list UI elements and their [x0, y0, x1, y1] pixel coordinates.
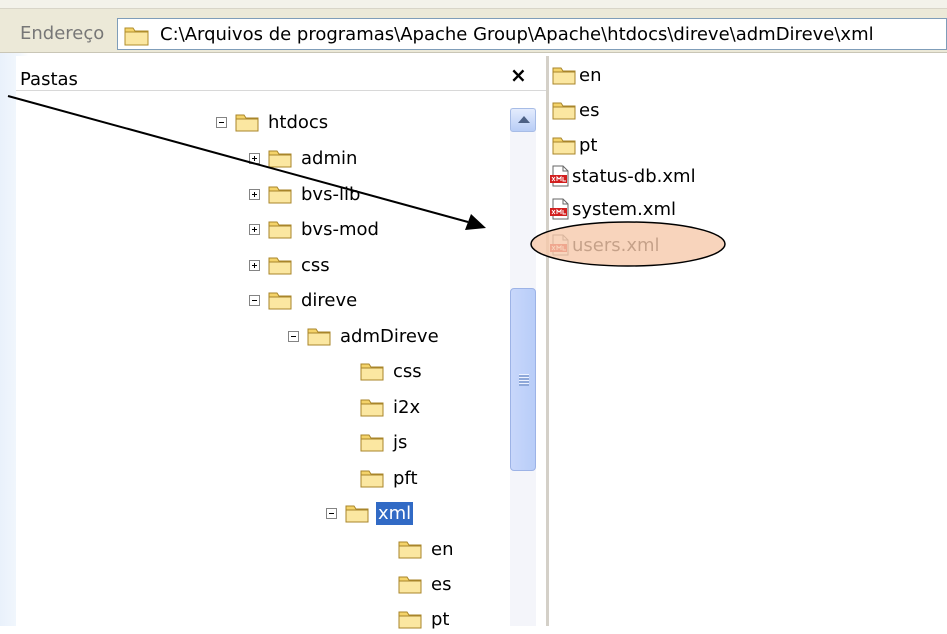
close-icon[interactable]: ×: [510, 63, 527, 87]
tree-node-es[interactable]: es: [398, 569, 453, 599]
tree-node-label[interactable]: pt: [429, 608, 451, 631]
tree-node-css[interactable]: css: [249, 250, 332, 280]
tree-node-xml[interactable]: xml: [326, 498, 414, 528]
tree-node-en[interactable]: en: [398, 534, 455, 564]
tree-node-i2x[interactable]: i2x: [360, 392, 422, 422]
xml-file-icon: [550, 234, 569, 256]
tree-node-label[interactable]: xml: [376, 501, 414, 525]
tree-node-bvs-lib[interactable]: bvs-lib: [249, 179, 362, 209]
file-item-pt[interactable]: pt: [552, 132, 597, 158]
tree-node-label[interactable]: bvs-lib: [299, 183, 362, 206]
plus-box-icon[interactable]: [249, 152, 260, 164]
tree-node-label[interactable]: admin: [299, 147, 359, 170]
folder-icon: [552, 137, 576, 155]
grip-icon: [519, 374, 529, 386]
plus-box-icon[interactable]: [249, 188, 260, 200]
file-item-label[interactable]: es: [579, 100, 599, 121]
file-item-es[interactable]: es: [552, 97, 599, 123]
tree-node-label[interactable]: pft: [391, 467, 420, 490]
xml-file-icon: [550, 165, 569, 187]
file-item-users-xml[interactable]: users.xml: [550, 232, 660, 258]
folders-pane: Pastas ×: [16, 56, 549, 626]
tree-node-admin[interactable]: admin: [249, 143, 359, 173]
folder-icon: [268, 150, 292, 168]
folder-icon: [360, 363, 384, 381]
tree-node-direve[interactable]: direve: [249, 285, 359, 315]
file-item-label[interactable]: pt: [579, 135, 597, 156]
plus-box-icon[interactable]: [249, 223, 260, 235]
minus-box-icon[interactable]: [216, 116, 227, 128]
minus-box-icon[interactable]: [326, 507, 337, 519]
xml-file-icon: [550, 198, 569, 220]
tree-node-js[interactable]: js: [360, 427, 409, 457]
tree-node-label[interactable]: es: [429, 573, 453, 596]
tree-node-label[interactable]: en: [429, 538, 455, 561]
plus-box-icon[interactable]: [249, 259, 260, 271]
file-item-label[interactable]: users.xml: [572, 235, 660, 256]
file-item-label[interactable]: status-db.xml: [572, 166, 696, 187]
folder-icon: [360, 434, 384, 452]
folder-icon: [345, 505, 369, 523]
folder-icon: [235, 114, 259, 132]
scroll-thumb[interactable]: [510, 288, 536, 471]
tree-node-bvs-mod[interactable]: bvs-mod: [249, 214, 381, 244]
file-item-label[interactable]: system.xml: [572, 199, 676, 220]
folder-icon: [360, 399, 384, 417]
pane-header: Pastas: [16, 56, 546, 91]
tree-node-label[interactable]: direve: [299, 289, 359, 312]
folder-icon: [398, 541, 422, 559]
folder-icon: [268, 221, 292, 239]
address-path[interactable]: C:\Arquivos de programas\Apache Group\Ap…: [160, 24, 874, 45]
folder-icon: [360, 470, 384, 488]
pane-title: Pastas: [20, 69, 78, 90]
tree-node-admDireve[interactable]: admDireve: [288, 321, 441, 351]
folder-icon: [398, 611, 422, 629]
folder-icon: [268, 257, 292, 275]
tree-node-label[interactable]: css: [299, 254, 332, 277]
file-item-en[interactable]: en: [552, 62, 601, 88]
tree-node-label[interactable]: admDireve: [338, 325, 441, 348]
tree-node-pt[interactable]: pt: [398, 604, 451, 634]
tree-node-css[interactable]: css: [360, 356, 424, 386]
vertical-scrollbar[interactable]: [510, 108, 536, 626]
address-label: Endereço: [20, 23, 105, 44]
toolbar-strip: [0, 0, 947, 9]
minus-box-icon[interactable]: [288, 330, 299, 342]
folder-icon: [398, 576, 422, 594]
folder-icon: [268, 186, 292, 204]
file-item-status-db-xml[interactable]: status-db.xml: [550, 163, 696, 189]
tree-node-label[interactable]: htdocs: [266, 111, 330, 134]
minus-box-icon[interactable]: [249, 294, 260, 306]
tree-node-htdocs[interactable]: htdocs: [216, 107, 330, 137]
file-item-system-xml[interactable]: system.xml: [550, 196, 676, 222]
tree-node-label[interactable]: i2x: [391, 396, 422, 419]
address-bar: Endereço C:\Arquivos de programas\Apache…: [0, 8, 947, 53]
file-item-label[interactable]: en: [579, 65, 601, 86]
tree-node-label[interactable]: css: [391, 360, 424, 383]
folder-icon: [268, 292, 292, 310]
tree-node-label[interactable]: bvs-mod: [299, 218, 381, 241]
tree-node-pft[interactable]: pft: [360, 463, 420, 493]
folder-icon: [124, 27, 149, 46]
address-field[interactable]: C:\Arquivos de programas\Apache Group\Ap…: [117, 18, 947, 50]
folder-icon: [552, 102, 576, 120]
folder-icon: [552, 67, 576, 85]
tree-node-label[interactable]: js: [391, 431, 409, 454]
scroll-up-icon[interactable]: [510, 108, 536, 132]
folder-icon: [307, 328, 331, 346]
